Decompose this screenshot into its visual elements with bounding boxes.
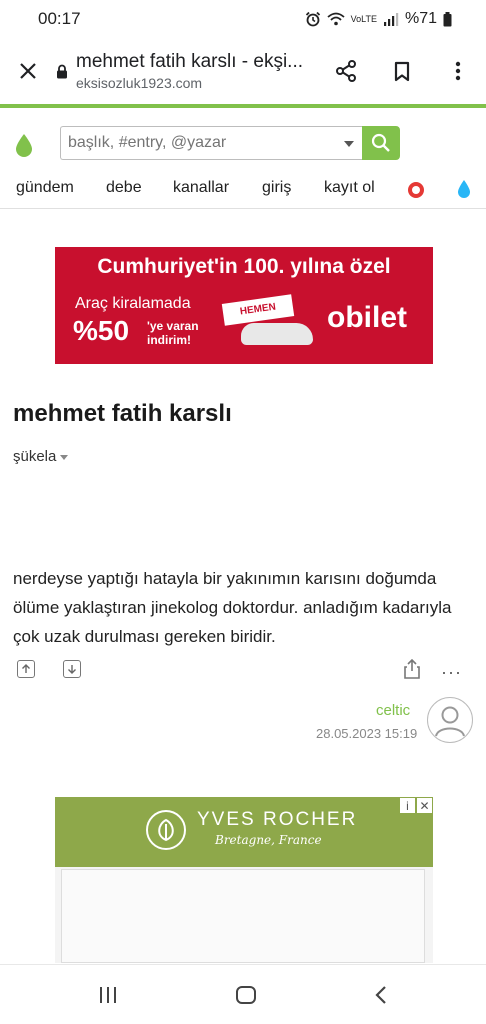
entry-more-button[interactable]: ··· — [441, 662, 462, 683]
car-image — [241, 323, 313, 345]
wifi-icon — [327, 12, 345, 26]
menu-button[interactable] — [430, 38, 486, 104]
nav-kanallar[interactable]: kanallar — [173, 179, 229, 197]
leaf-logo-icon — [146, 810, 186, 850]
status-time: 00:17 — [38, 9, 81, 28]
home-icon[interactable] — [235, 985, 257, 1005]
nav-menu: gündem debe kanallar giriş kayıt ol — [0, 176, 486, 204]
address-bar[interactable]: mehmet fatih karslı - ekşi... eksisozluk… — [56, 51, 318, 91]
more-vert-icon — [455, 61, 461, 81]
ad-line-2b: indirim! — [147, 333, 191, 347]
vote-buttons — [17, 660, 81, 678]
status-icons: VoLTE %71 — [305, 10, 452, 28]
battery-percent: %71 — [404, 10, 437, 27]
sort-label: şükela — [13, 448, 57, 465]
recent-apps-icon[interactable] — [98, 986, 118, 1004]
upvote-button[interactable] — [17, 660, 35, 678]
entry-date[interactable]: 28.05.2023 15:19 — [316, 726, 417, 741]
ad-badge: HEMEN KİRALA — [221, 294, 295, 339]
ad-brand: YVES ROCHER — [197, 809, 358, 830]
signal-icon — [383, 13, 399, 26]
bookmark-button[interactable] — [374, 38, 430, 104]
ad-percent: %50 — [73, 315, 130, 346]
browser-toolbar: mehmet fatih karslı - ekşi... eksisozluk… — [0, 38, 486, 104]
nav-giris[interactable]: giriş — [262, 179, 291, 197]
ad-line-2: 'ye varan indirim! — [147, 319, 199, 347]
page-url: eksisozluk1923.com — [76, 75, 203, 91]
ad-close-icon[interactable]: ✕ — [417, 798, 432, 813]
ad-info-icon[interactable]: i — [400, 798, 415, 813]
search-icon — [371, 133, 390, 152]
system-nav-bar — [0, 964, 486, 1024]
page-title: mehmet fatih karslı - ekşi... — [76, 51, 304, 72]
entry-share-button[interactable] — [403, 658, 421, 684]
ad-line-1: Araç kiralamada — [75, 295, 191, 312]
ad-body — [61, 869, 425, 963]
ad-header: YVES ROCHER Bretagne, France i ✕ — [55, 797, 433, 867]
arrow-up-icon — [22, 664, 30, 673]
battery-icon — [443, 11, 452, 26]
share-icon — [404, 658, 420, 679]
back-icon[interactable] — [374, 985, 388, 1005]
bookmark-icon — [394, 61, 410, 81]
alarm-icon — [305, 11, 320, 27]
ad-brand: obilet — [327, 301, 407, 334]
nav-divider — [0, 208, 486, 209]
arrow-down-icon — [68, 665, 76, 674]
ad-tagline: Bretagne, France — [215, 833, 322, 847]
ad-headline: Cumhuriyet'in 100. yılına özel — [97, 255, 391, 278]
olay-icon[interactable] — [407, 181, 425, 199]
eksi-logo-icon[interactable] — [14, 133, 34, 157]
water-drop-icon[interactable] — [457, 179, 471, 199]
downvote-button[interactable] — [63, 660, 81, 678]
search-box[interactable] — [60, 126, 362, 160]
ad-banner-obilet[interactable]: Cumhuriyet'in 100. yılına özel Araç kira… — [55, 247, 433, 364]
volte-label: VoLTE — [350, 13, 377, 24]
share-icon — [336, 60, 356, 82]
search-input[interactable] — [61, 133, 330, 153]
ad-controls: i ✕ — [400, 798, 432, 813]
search-button[interactable] — [362, 126, 400, 160]
ad-banner-yves-rocher[interactable]: YVES ROCHER Bretagne, France i ✕ — [55, 797, 433, 963]
sort-dropdown[interactable]: şükela — [13, 448, 69, 465]
nav-debe[interactable]: debe — [106, 179, 142, 197]
close-icon — [20, 63, 36, 79]
topic-title[interactable]: mehmet fatih karslı — [13, 400, 232, 428]
close-tab-button[interactable] — [0, 38, 56, 104]
nav-gundem[interactable]: gündem — [16, 179, 74, 197]
author-link[interactable]: celtic — [376, 702, 410, 719]
chevron-down-icon — [60, 455, 69, 460]
share-page-button[interactable] — [318, 38, 374, 104]
page-load-bar — [0, 104, 486, 108]
user-icon — [435, 706, 465, 737]
avatar[interactable] — [427, 697, 473, 743]
search-dropdown-caret[interactable] — [344, 141, 354, 147]
entry-content: nerdeyse yaptığı hatayla bir yakınımın k… — [13, 569, 452, 646]
ad-line-2a: 'ye varan — [147, 319, 199, 333]
nav-kayit-ol[interactable]: kayıt ol — [324, 179, 375, 197]
search-row — [0, 124, 486, 164]
lock-icon — [57, 64, 67, 78]
status-bar: 00:17 VoLTE %71 — [0, 0, 486, 38]
